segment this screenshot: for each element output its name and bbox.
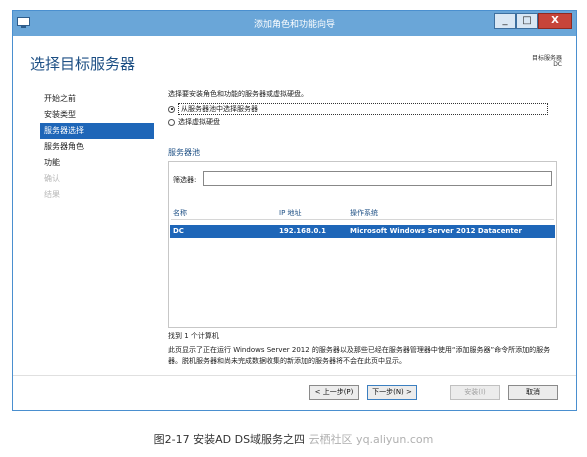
radio-unchecked-icon[interactable] (168, 118, 175, 126)
found-count-text: 找到 1 个计算机 (168, 332, 219, 340)
title-bar[interactable]: 添加角色和功能向导 _ □ X (13, 11, 576, 36)
cell-ip: 192.168.0.1 (279, 227, 326, 235)
maximize-button[interactable]: □ (516, 13, 538, 29)
filter-input[interactable] (203, 171, 552, 186)
watermark-text: 云栖社区 yq.aliyun.com (308, 433, 434, 446)
wizard-nav: 开始之前 安装类型 服务器选择 服务器角色 功能 确认 结果 (40, 91, 154, 203)
table-row[interactable]: DC 192.168.0.1 Microsoft Windows Server … (170, 225, 555, 238)
window-title: 添加角色和功能向导 (253, 20, 335, 30)
radio-label-pool[interactable]: 从服务器池中选择服务器 (178, 103, 548, 115)
instruction-text: 选择要安装角色和功能的服务器或虚拟硬盘。 (168, 90, 308, 98)
radio-checked-icon[interactable] (168, 105, 175, 113)
wizard-window: 添加角色和功能向导 _ □ X 选择目标服务器 目标服务器 DC 开始之前 安装… (12, 10, 577, 411)
cell-os: Microsoft Windows Server 2012 Datacenter (350, 227, 522, 235)
server-pool-panel: 筛选器: 名称 IP 地址 操作系统 DC 192.168.0.1 Micros… (168, 161, 557, 328)
server-pool-title: 服务器池 (168, 148, 200, 157)
nav-item-server-roles[interactable]: 服务器角色 (40, 139, 154, 155)
nav-item-confirmation: 确认 (44, 174, 60, 183)
page-title: 选择目标服务器 (30, 55, 136, 73)
cell-name: DC (173, 227, 184, 235)
header-divider (171, 219, 554, 220)
footer-divider (13, 375, 576, 376)
filter-label: 筛选器: (173, 176, 197, 184)
wizard-header: 选择目标服务器 目标服务器 DC (13, 36, 576, 84)
caption-text: 图2-17 安装AD DS域服务之四 (153, 433, 306, 446)
info-note: 此页显示了正在运行 Windows Server 2012 的服务器以及那些已经… (168, 346, 551, 365)
radio-select-server-from-pool[interactable]: 从服务器池中选择服务器 (168, 103, 548, 115)
nav-item-installation-type[interactable]: 安装类型 (40, 107, 154, 123)
next-button[interactable]: 下一步(N) > (367, 385, 417, 400)
filter-row: 筛选器: (169, 170, 558, 190)
previous-button[interactable]: < 上一步(P) (309, 385, 359, 400)
column-header-ip[interactable]: IP 地址 (279, 208, 302, 218)
close-button[interactable]: X (538, 13, 572, 29)
nav-item-features[interactable]: 功能 (40, 155, 154, 171)
radio-label-vhd[interactable]: 选择虚拟硬盘 (178, 117, 220, 127)
cancel-button[interactable]: 取消 (508, 385, 558, 400)
radio-select-vhd[interactable]: 选择虚拟硬盘 (168, 116, 220, 128)
column-header-name[interactable]: 名称 (173, 208, 187, 218)
destination-server-value: DC (553, 61, 562, 68)
nav-item-results: 结果 (44, 190, 60, 199)
nav-item-before-you-begin[interactable]: 开始之前 (40, 91, 154, 107)
minimize-button[interactable]: _ (494, 13, 516, 29)
install-button: 安装(I) (450, 385, 500, 400)
figure-caption: 图2-17 安装AD DS域服务之四 云栖社区 yq.aliyun.com (0, 431, 587, 447)
column-header-os[interactable]: 操作系统 (350, 208, 378, 218)
nav-item-server-selection[interactable]: 服务器选择 (40, 123, 154, 139)
